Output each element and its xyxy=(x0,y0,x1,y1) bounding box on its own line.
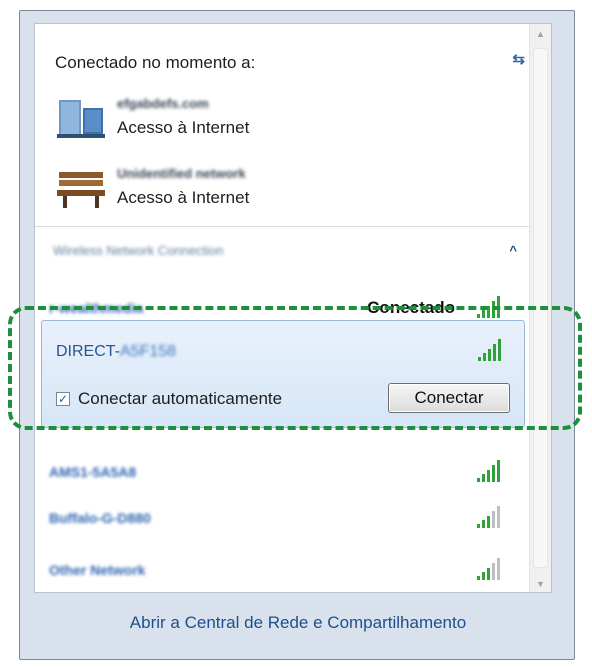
signal-strength-icon xyxy=(477,460,500,482)
network-item-selected[interactable]: DIRECT-A5F158 ✓ Conectar automaticamente… xyxy=(41,320,525,428)
network-name: AMS1-5A5A8 xyxy=(49,464,137,480)
network-flyout: Conectado no momento a: ⇆ efgabdefs.com … xyxy=(19,10,575,660)
connection-name: Unidentified network xyxy=(117,166,246,181)
connection-status-label: Conectado xyxy=(367,298,455,317)
connection-name: efgabdefs.com xyxy=(117,96,209,111)
connection-status: Acesso à Internet xyxy=(117,188,250,207)
auto-connect-row: ✓ Conectar automaticamente xyxy=(56,389,282,409)
connection-status: Acesso à Internet xyxy=(117,118,250,137)
open-network-center-link[interactable]: Abrir a Central de Rede e Compartilhamen… xyxy=(130,613,466,633)
signal-strength-icon xyxy=(477,558,500,580)
park-bench-icon xyxy=(57,172,105,208)
signal-strength-icon xyxy=(478,339,501,361)
current-connection-1: efgabdefs.com Acesso à Internet xyxy=(45,90,515,146)
network-domain-icon xyxy=(57,100,105,138)
scroll-thumb[interactable] xyxy=(533,48,548,568)
connected-header: Conectado no momento a: xyxy=(55,53,256,72)
scroll-up-arrow-icon[interactable]: ▲ xyxy=(530,24,551,44)
network-name-suffix: A5F158 xyxy=(120,343,177,360)
network-item[interactable]: Buffalo-G-D880 xyxy=(49,498,517,538)
current-connection-2: Unidentified network Acesso à Internet xyxy=(45,160,515,216)
network-name: Buffalo-G-D880 xyxy=(49,510,151,526)
network-name: Other Network xyxy=(49,562,146,578)
signal-strength-icon xyxy=(477,506,500,528)
network-list-content: Conectado no momento a: ⇆ efgabdefs.com … xyxy=(35,24,531,592)
section-divider xyxy=(35,226,531,227)
refresh-icon[interactable]: ⇆ xyxy=(512,50,525,68)
network-list-panel: Conectado no momento a: ⇆ efgabdefs.com … xyxy=(34,23,552,593)
network-item[interactable]: AMS1-5A5A8 xyxy=(49,452,517,492)
auto-connect-checkbox[interactable]: ✓ xyxy=(56,392,70,406)
network-name-prefix: DIRECT- xyxy=(56,343,120,360)
connect-button[interactable]: Conectar xyxy=(388,383,510,413)
auto-connect-label: Conectar automaticamente xyxy=(78,389,283,408)
scroll-down-arrow-icon[interactable]: ▼ xyxy=(530,574,551,592)
vertical-scrollbar[interactable]: ▲ ▼ xyxy=(529,24,551,592)
collapse-chevron-icon[interactable]: ^ xyxy=(509,243,517,258)
network-name: r-wealthmedia xyxy=(49,300,144,316)
network-name: DIRECT-A5F158 xyxy=(56,343,176,361)
signal-strength-icon xyxy=(477,296,500,318)
footer: Abrir a Central de Rede e Compartilhamen… xyxy=(34,593,562,653)
network-item[interactable]: Other Network xyxy=(49,550,517,590)
wireless-section-title: Wireless Network Connection xyxy=(53,243,224,258)
